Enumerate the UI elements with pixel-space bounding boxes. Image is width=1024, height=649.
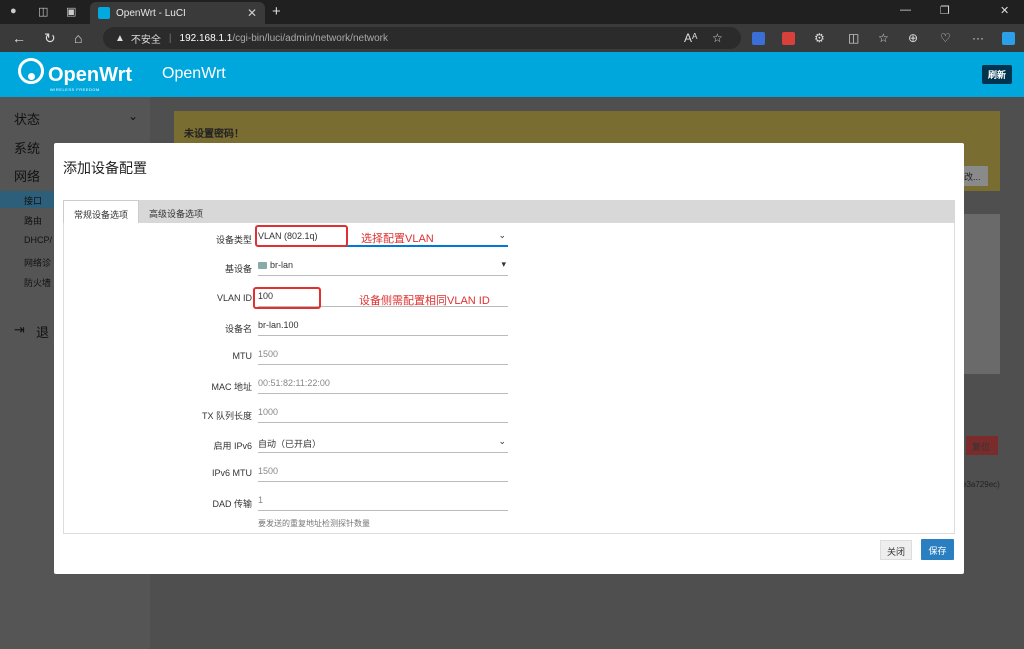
luci-header: OpenWrt WIRELESS FREEDOM OpenWrt 刷新 (0, 52, 1024, 97)
annotation-vlan-id: 设备侧需配置相同VLAN ID (359, 295, 490, 307)
profile-icon[interactable]: ● (10, 5, 17, 17)
dropdown-arrow-icon: ▾ (501, 259, 506, 269)
sidebar-item-status[interactable]: 状态 (14, 109, 40, 128)
tab-actions-icon[interactable]: ▣ (66, 5, 76, 18)
sidebar-sub-dhcp[interactable]: DHCP/ (24, 235, 52, 245)
ipv6-mtu-input[interactable]: 1500 (258, 462, 508, 482)
tab-advanced[interactable]: 高级设备选项 (139, 200, 213, 223)
logout-icon[interactable]: ⇥ (14, 322, 25, 338)
refresh-button[interactable]: 刷新 (981, 65, 1012, 84)
health-icon[interactable]: ♡ (940, 31, 951, 45)
device-type-label: 设备类型 (215, 235, 252, 245)
reader-icon[interactable]: Aᴬ (684, 31, 697, 45)
enable-ipv6-label: 启用 IPv6 (213, 441, 252, 451)
sidebar-item-logout[interactable]: 退 (36, 322, 49, 341)
hostname: OpenWrt (162, 65, 226, 82)
brand-tagline: WIRELESS FREEDOM (50, 87, 100, 92)
extensions-icon[interactable]: ⚙ (814, 31, 825, 45)
openwrt-favicon-icon (98, 7, 110, 19)
general-form: 设备类型 VLAN (802.1q) ⌄ 基设备 br-lan ▾ VLAN I… (63, 223, 955, 534)
browser-tab-bar: ● ◫ ▣ OpenWrt - LuCI ✕ + — ❐ ✕ (0, 0, 1024, 24)
ipv6-mtu-label: IPv6 MTU (211, 468, 252, 478)
minimize-icon[interactable]: — (900, 4, 911, 16)
sidebar-sub-firewall[interactable]: 防火墙 (24, 276, 51, 289)
enable-ipv6-value: 自动（已开启） (258, 439, 322, 449)
bridge-icon (258, 262, 267, 270)
sidebar-sub-interfaces[interactable]: 接口 (24, 194, 42, 207)
sidebar-item-system[interactable]: 系统 (14, 138, 40, 157)
device-name-input[interactable]: br-lan.100 (258, 316, 508, 336)
split-screen-icon[interactable]: ◫ (848, 31, 859, 45)
new-tab-button[interactable]: + (272, 3, 281, 20)
dad-hint: 要发送的重复地址检测探针数量 (258, 519, 370, 528)
enable-ipv6-select[interactable]: 自动（已开启） ⌄ (258, 433, 508, 453)
favorites-icon[interactable]: ☆ (878, 31, 889, 45)
more-menu-icon[interactable]: ··· (972, 31, 984, 45)
bg-card (960, 214, 1000, 374)
annotation-vlan-type: 选择配置VLAN (361, 233, 434, 245)
chevron-down-icon: ⌄ (498, 436, 506, 446)
workspaces-icon[interactable]: ◫ (38, 5, 48, 18)
copilot-icon[interactable] (1002, 32, 1015, 45)
save-button[interactable]: 保存 (921, 539, 954, 560)
annotation-box-device-type (255, 225, 348, 247)
reload-icon[interactable]: ↻ (44, 30, 56, 47)
device-name-label: 设备名 (224, 324, 252, 334)
sidebar-item-network[interactable]: 网络 (14, 166, 40, 185)
back-icon[interactable]: ← (12, 30, 26, 46)
bg-hash-text: e3a729ec) (962, 480, 1000, 489)
base-device-value: br-lan (270, 260, 294, 270)
base-device-select[interactable]: br-lan ▾ (258, 256, 508, 276)
close-button[interactable]: 关闭 (880, 540, 912, 560)
modal-title: 添加设备配置 (63, 160, 147, 176)
sidebar-sub-diagnostics[interactable]: 网络诊 (24, 256, 51, 269)
base-device-label: 基设备 (224, 264, 252, 274)
tab-title: OpenWrt - LuCI (116, 7, 186, 19)
mac-address-label: MAC 地址 (211, 382, 252, 392)
url-host: 192.168.1.1 (179, 32, 233, 44)
chevron-down-icon: ⌄ (128, 109, 139, 123)
maximize-icon[interactable]: ❐ (940, 4, 950, 17)
mac-address-input[interactable]: 00:51:82:11:22:00 (258, 374, 508, 394)
vlan-id-label: VLAN ID (216, 293, 252, 303)
warning-icon: ▲ (115, 32, 125, 44)
url-path: /cgi-bin/luci/admin/network/network (232, 32, 388, 44)
address-bar[interactable]: ▲ 不安全 | 192.168.1.1 /cgi-bin/luci/admin/… (103, 27, 741, 49)
extension-1-icon[interactable] (752, 32, 765, 45)
bg-button: 改... (960, 166, 988, 186)
reset-button: 复位 (966, 436, 998, 455)
chevron-down-icon: ⌄ (498, 230, 506, 240)
add-device-modal: 添加设备配置 常规设备选项 高级设备选项 设备类型 VLAN (802.1q) … (54, 143, 964, 574)
wireless-logo-icon (18, 58, 44, 84)
browser-tab[interactable]: OpenWrt - LuCI ✕ (90, 2, 265, 24)
home-icon[interactable]: ⌂ (74, 30, 82, 46)
dad-transmits-label: DAD 传输 (212, 499, 252, 509)
mtu-label: MTU (232, 351, 253, 361)
security-status: 不安全 (130, 34, 161, 46)
tab-close-icon[interactable]: ✕ (247, 6, 257, 20)
browser-toolbar: ← ↻ ⌂ ▲ 不安全 | 192.168.1.1 /cgi-bin/luci/… (0, 24, 1024, 52)
extension-2-icon[interactable] (782, 32, 795, 45)
favorite-star-icon[interactable]: ☆ (712, 31, 723, 45)
tab-general[interactable]: 常规设备选项 (63, 200, 140, 223)
warning-title: 未设置密码！ (184, 129, 244, 140)
dad-transmits-input[interactable]: 1 (258, 491, 508, 511)
mtu-input[interactable]: 1500 (258, 345, 508, 365)
sidebar-sub-routes[interactable]: 路由 (24, 214, 42, 227)
url-separator: | (168, 32, 172, 44)
brand-name: OpenWrt (48, 64, 133, 86)
modal-tabs: 常规设备选项 高级设备选项 (63, 200, 955, 223)
collections-icon[interactable]: ⊕ (908, 31, 918, 45)
annotation-box-vlan-id (253, 287, 321, 309)
tx-queue-label: TX 队列长度 (201, 411, 252, 421)
window-close-icon[interactable]: ✕ (1000, 4, 1009, 17)
tx-queue-input[interactable]: 1000 (258, 403, 508, 423)
